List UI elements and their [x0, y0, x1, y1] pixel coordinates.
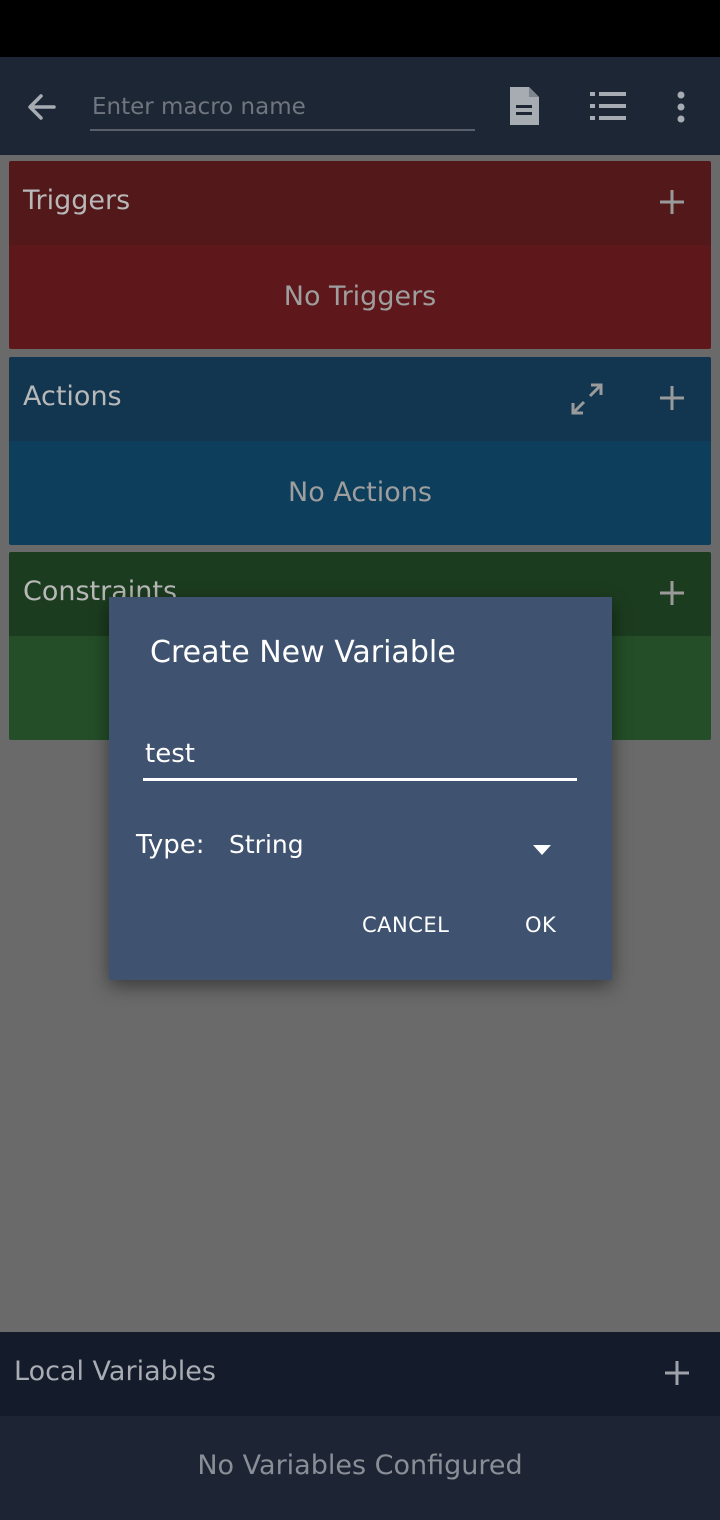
no-variables-text: No Variables Configured: [197, 1450, 523, 1481]
triggers-title: Triggers: [23, 185, 131, 216]
expand-icon[interactable]: [567, 379, 607, 419]
triggers-section: Triggers No Triggers: [9, 161, 711, 349]
triggers-header: Triggers: [9, 161, 711, 245]
triggers-body[interactable]: No Triggers: [9, 245, 711, 349]
actions-header: Actions: [9, 357, 711, 441]
more-vert-icon[interactable]: [668, 87, 694, 127]
actions-section: Actions No Actions: [9, 357, 711, 545]
type-selected-value: String: [229, 830, 304, 859]
add-variable-plus-icon[interactable]: [660, 1356, 694, 1390]
add-action-plus-icon[interactable]: [655, 381, 689, 415]
actions-title: Actions: [23, 381, 122, 412]
local-variables-body: No Variables Configured: [0, 1416, 720, 1520]
no-actions-text: No Actions: [288, 477, 432, 508]
type-label: Type:: [136, 830, 205, 860]
type-dropdown[interactable]: String: [229, 821, 559, 871]
ok-button[interactable]: OK: [525, 913, 556, 937]
back-arrow-icon[interactable]: [22, 87, 62, 127]
add-constraint-plus-icon[interactable]: [655, 576, 689, 610]
document-icon[interactable]: [506, 85, 542, 127]
local-variables-panel: Local Variables No Variables Configured: [0, 1332, 720, 1520]
local-variables-title: Local Variables: [14, 1356, 216, 1387]
status-bar: [0, 0, 720, 57]
add-trigger-plus-icon[interactable]: [655, 185, 689, 219]
local-variables-header: Local Variables: [0, 1332, 720, 1416]
macro-name-input[interactable]: [90, 85, 475, 131]
actions-body[interactable]: No Actions: [9, 441, 711, 545]
dialog-title: Create New Variable: [150, 635, 456, 670]
no-triggers-text: No Triggers: [283, 281, 437, 312]
dropdown-arrow-icon: [532, 841, 552, 855]
create-variable-dialog: Create New Variable Type: String CANCEL …: [109, 597, 612, 980]
list-icon[interactable]: [588, 89, 628, 123]
cancel-button[interactable]: CANCEL: [362, 913, 449, 937]
top-toolbar: [0, 57, 720, 155]
variable-name-input[interactable]: [143, 729, 577, 781]
